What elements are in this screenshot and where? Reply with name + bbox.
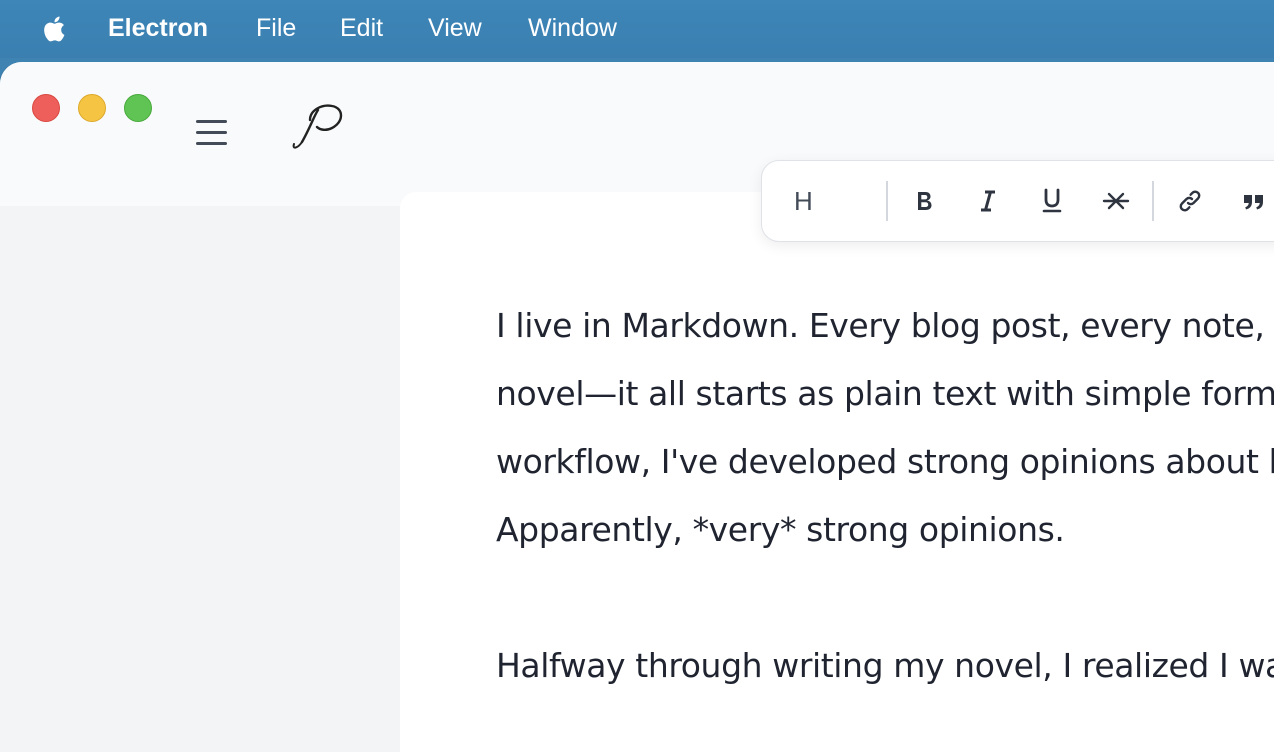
menu-bar: Electron File Edit View Window: [0, 0, 1274, 58]
paragraph: Halfway through writing my novel, I real…: [496, 632, 1274, 700]
heading-button[interactable]: H: [794, 185, 813, 217]
close-window-button[interactable]: [32, 94, 60, 122]
app-logo-icon: [292, 104, 343, 149]
bold-button[interactable]: [902, 179, 946, 223]
menu-edit[interactable]: Edit: [340, 13, 383, 43]
quote-icon: [1244, 195, 1263, 210]
text-line: Halfway through writing my novel, I real…: [496, 646, 1274, 685]
text-line: Apparently, *very* strong opinions.: [496, 510, 1065, 549]
toolbar-divider: [886, 181, 888, 221]
italic-button[interactable]: [966, 179, 1010, 223]
formatting-toolbar: H: [761, 160, 1274, 242]
italic-icon: [981, 190, 995, 212]
apple-logo-icon[interactable]: [38, 12, 72, 46]
menu-window[interactable]: Window: [528, 13, 617, 43]
strikethrough-icon: [1102, 192, 1130, 210]
toolbar-divider: [1152, 181, 1154, 221]
maximize-window-button[interactable]: [124, 94, 152, 122]
minimize-window-button[interactable]: [78, 94, 106, 122]
underline-button[interactable]: [1030, 179, 1074, 223]
paragraph: I live in Markdown. Every blog post, eve…: [496, 292, 1274, 564]
menu-file[interactable]: File: [256, 13, 296, 43]
text-line: novel—it all starts as plain text with s…: [496, 374, 1274, 413]
underline-icon: [1042, 188, 1062, 213]
menu-app-name[interactable]: Electron: [108, 13, 208, 43]
quote-button[interactable]: [1232, 179, 1274, 223]
bold-icon: [918, 192, 932, 210]
link-icon: [1179, 190, 1201, 212]
menu-view[interactable]: View: [428, 13, 482, 43]
hamburger-menu-icon[interactable]: [196, 120, 228, 148]
text-line: workflow, I've developed strong opinions…: [496, 442, 1274, 481]
editor-content[interactable]: I live in Markdown. Every blog post, eve…: [496, 292, 1274, 752]
strikethrough-button[interactable]: [1094, 179, 1138, 223]
link-button[interactable]: [1168, 179, 1212, 223]
text-line: I live in Markdown. Every blog post, eve…: [496, 306, 1274, 345]
